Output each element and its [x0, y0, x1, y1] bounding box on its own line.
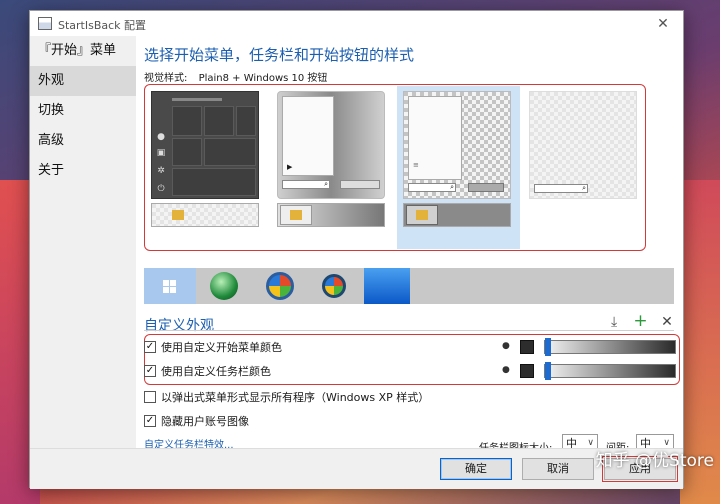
- w10-tile: [172, 168, 256, 196]
- app-icon: [38, 17, 52, 30]
- vista-orb-icon: [322, 274, 346, 298]
- dialog-footer: 确定 取消 应用: [30, 448, 683, 489]
- search-icon: ⌕: [534, 184, 588, 193]
- sidebar: 『开始』菜单 外观 切换 高级 关于: [30, 36, 136, 464]
- checkbox-start-menu-color[interactable]: ✓: [144, 341, 156, 353]
- page-title: 选择开始菜单，任务栏和开始按钮的样式: [144, 46, 415, 64]
- menu-panel-preview: ▶: [282, 96, 334, 176]
- start-menu-color-swatch[interactable]: [520, 340, 534, 354]
- power-icon: ⏻: [157, 184, 165, 194]
- opacity-drop-icon: ●: [502, 341, 510, 351]
- style-option-windows10[interactable]: ● ▣ ✲ ⏻: [151, 91, 259, 199]
- start-button-windows7[interactable]: [256, 268, 308, 304]
- option-start-menu-color[interactable]: ✓ 使用自定义开始菜单颜色: [144, 336, 282, 358]
- style-option-gradient[interactable]: ▶ ⌕: [277, 91, 385, 199]
- folder-icon: [172, 210, 184, 220]
- style-preview-group: ● ▣ ✲ ⏻ ▶ ⌕ ≡ ⌕ ⌕: [144, 84, 646, 251]
- style-option-transparent[interactable]: ⌕: [529, 91, 637, 199]
- w10-header-line: [172, 98, 222, 101]
- close-button[interactable]: ✕: [651, 13, 675, 35]
- ok-button[interactable]: 确定: [440, 458, 512, 480]
- option-label: 隐藏用户账号图像: [161, 415, 249, 428]
- watermark-text: 知乎 @优Store: [595, 451, 714, 471]
- user-icon: ●: [157, 132, 165, 142]
- start-menu-opacity-slider[interactable]: [544, 338, 676, 356]
- taskbar-preview-gradient[interactable]: [277, 203, 385, 227]
- w10-tile: [172, 106, 202, 136]
- start-button-strip: [144, 268, 674, 304]
- checkbox-taskbar-color[interactable]: ✓: [144, 365, 156, 377]
- visual-style-label: 视觉样式:: [144, 73, 188, 84]
- checkbox-xp-style-menu[interactable]: [144, 391, 156, 403]
- start-button-vista[interactable]: [310, 268, 362, 304]
- shutdown-preview: [468, 183, 504, 192]
- download-icon[interactable]: ⤓: [603, 314, 625, 330]
- arrow-icon: ▶: [287, 163, 293, 171]
- w10-tile: [204, 138, 256, 166]
- start-button-clover[interactable]: [200, 268, 252, 304]
- window-title: StartIsBack 配置: [58, 19, 147, 32]
- slider-handle[interactable]: [545, 362, 551, 380]
- title-bar[interactable]: StartIsBack 配置 ✕: [30, 11, 683, 36]
- config-window: StartIsBack 配置 ✕ 『开始』菜单 外观 切换 高级 关于 选择开始…: [29, 10, 684, 489]
- custom-appearance-title: 自定义外观: [144, 318, 214, 334]
- opacity-drop-icon: ●: [502, 365, 510, 375]
- list-icon: ≡: [413, 161, 419, 169]
- folder-icon: [416, 210, 428, 220]
- sidebar-item-about[interactable]: 关于: [30, 156, 136, 186]
- sidebar-item-start-menu[interactable]: 『开始』菜单: [30, 36, 136, 66]
- w10-tile: [204, 106, 234, 136]
- add-icon[interactable]: +: [630, 311, 652, 331]
- menu-panel-preview: ≡: [408, 96, 462, 180]
- content-area: 选择开始菜单，任务栏和开始按钮的样式 视觉样式: Plain8 + Window…: [144, 36, 680, 464]
- taskbar-preview-windows10[interactable]: [151, 203, 259, 227]
- taskbar-color-swatch[interactable]: [520, 364, 534, 378]
- option-label: 以弹出式菜单形式显示所有程序（Windows XP 样式）: [161, 391, 430, 404]
- windows-logo-icon: [163, 287, 169, 293]
- start-button-windows10[interactable]: [144, 268, 196, 304]
- sidebar-item-advanced[interactable]: 高级: [30, 126, 136, 156]
- start-button-blue[interactable]: [364, 268, 410, 304]
- clover-orb-icon: [210, 272, 238, 300]
- style-option-plain8[interactable]: ≡ ⌕: [403, 91, 511, 199]
- visual-style-value: Plain8 + Windows 10 按钮: [198, 73, 328, 84]
- remove-icon[interactable]: ✕: [656, 314, 678, 330]
- taskbar-preview-plain8[interactable]: [403, 203, 511, 227]
- w10-tile: [172, 138, 202, 166]
- sidebar-item-appearance[interactable]: 外观: [30, 66, 136, 96]
- option-hide-user-picture[interactable]: ✓ 隐藏用户账号图像: [144, 410, 249, 432]
- checkbox-hide-user-picture[interactable]: ✓: [144, 415, 156, 427]
- option-label: 使用自定义任务栏颜色: [161, 365, 271, 378]
- folder-icon: [290, 210, 302, 220]
- slider-handle[interactable]: [545, 338, 551, 356]
- taskbar-opacity-slider[interactable]: [544, 362, 676, 380]
- cancel-button[interactable]: 取消: [522, 458, 594, 480]
- option-label: 使用自定义开始菜单颜色: [161, 341, 282, 354]
- search-icon: ⌕: [282, 180, 330, 189]
- visual-style-row: 视觉样式: Plain8 + Windows 10 按钮: [144, 69, 327, 84]
- sidebar-item-switching[interactable]: 切换: [30, 96, 136, 126]
- shutdown-preview: [340, 180, 380, 189]
- windows7-orb-icon: [266, 272, 294, 300]
- search-icon: ⌕: [408, 183, 456, 192]
- custom-tools: ⤓ + ✕: [603, 311, 678, 331]
- option-taskbar-color[interactable]: ✓ 使用自定义任务栏颜色: [144, 360, 271, 382]
- windows-logo-icon: [170, 287, 176, 293]
- w10-tile: [236, 106, 256, 136]
- explorer-icon: ▣: [156, 148, 166, 158]
- option-xp-style-menu[interactable]: 以弹出式菜单形式显示所有程序（Windows XP 样式）: [144, 386, 429, 408]
- divider: [144, 330, 674, 331]
- windows-logo-icon: [170, 280, 176, 286]
- gear-icon: ✲: [157, 166, 165, 176]
- windows-logo-icon: [163, 280, 169, 286]
